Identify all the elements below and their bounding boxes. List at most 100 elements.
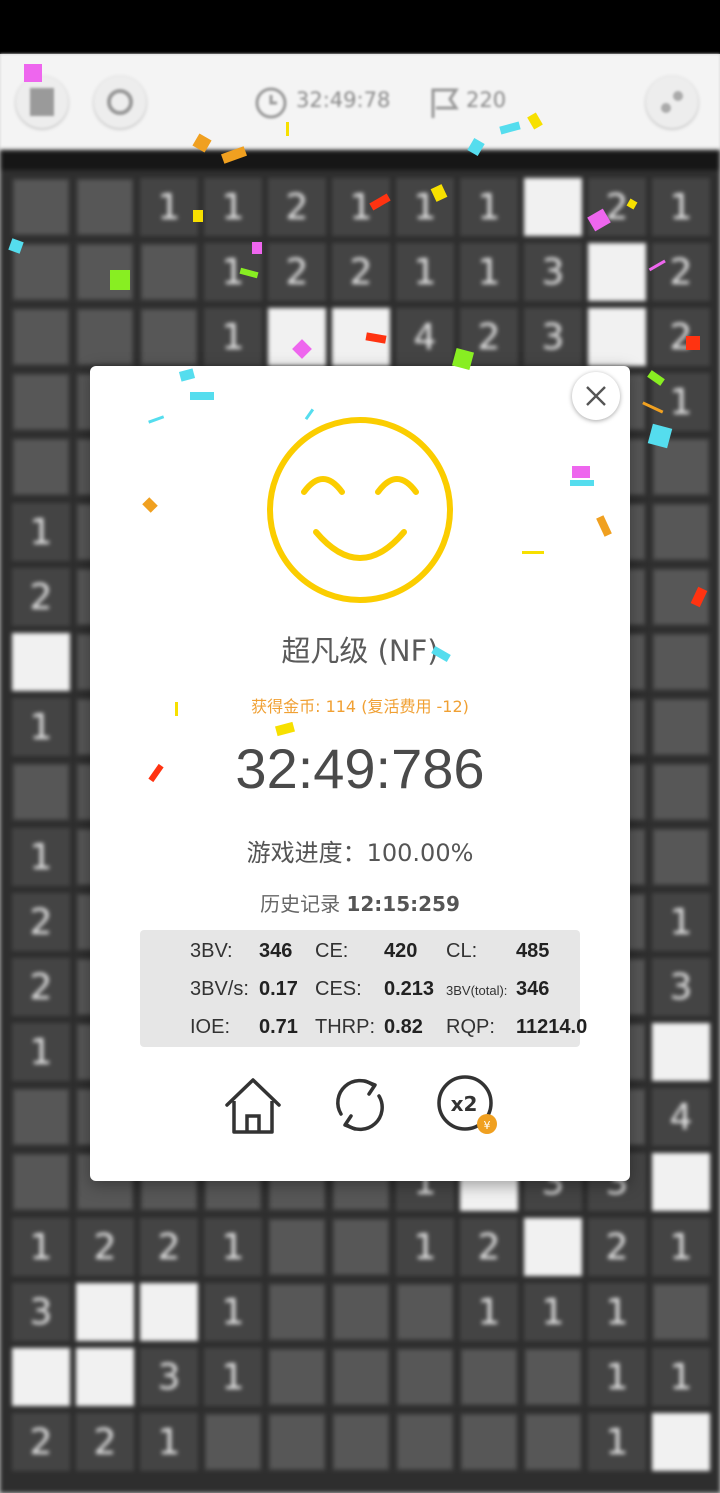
board-cell[interactable]: 1 (460, 1283, 518, 1341)
board-cell[interactable] (524, 1218, 582, 1276)
board-cell[interactable]: 1 (12, 828, 70, 886)
board-cell[interactable] (332, 308, 390, 366)
board-cell[interactable]: 3 (12, 1283, 70, 1341)
board-cell[interactable] (396, 1283, 454, 1341)
board-cell[interactable] (588, 308, 646, 366)
board-cell[interactable] (524, 1348, 582, 1406)
board-cell[interactable] (652, 503, 710, 561)
board-cell[interactable] (12, 1348, 70, 1406)
board-cell[interactable]: 1 (204, 1348, 262, 1406)
home-button[interactable] (222, 1074, 284, 1136)
board-cell[interactable] (332, 1413, 390, 1471)
board-cell[interactable]: 2 (268, 243, 326, 301)
board-cell[interactable] (652, 633, 710, 691)
board-cell[interactable] (332, 1348, 390, 1406)
board-cell[interactable]: 1 (652, 373, 710, 431)
board-cell[interactable] (268, 308, 326, 366)
board-cell[interactable]: 2 (12, 893, 70, 951)
board-cell[interactable]: 1 (12, 698, 70, 756)
board-cell[interactable] (332, 1218, 390, 1276)
board-cell[interactable]: 2 (332, 243, 390, 301)
board-cell[interactable]: 1 (140, 1413, 198, 1471)
board-cell[interactable]: 4 (652, 1088, 710, 1146)
board-cell[interactable]: 3 (652, 958, 710, 1016)
board-cell[interactable] (140, 243, 198, 301)
board-cell[interactable]: 1 (524, 1283, 582, 1341)
restart-button[interactable] (329, 1074, 391, 1136)
board-cell[interactable]: 1 (12, 1218, 70, 1276)
board-cell[interactable] (524, 1413, 582, 1471)
board-cell[interactable] (12, 1153, 70, 1211)
board-cell[interactable] (268, 1348, 326, 1406)
board-cell[interactable] (268, 1283, 326, 1341)
board-cell[interactable] (76, 243, 134, 301)
board-cell[interactable] (460, 1348, 518, 1406)
board-cell[interactable]: 1 (12, 503, 70, 561)
board-cell[interactable] (652, 1413, 710, 1471)
close-button[interactable] (572, 372, 620, 420)
board-cell[interactable]: 1 (588, 1283, 646, 1341)
board-cell[interactable]: 1 (396, 178, 454, 236)
board-cell[interactable] (76, 178, 134, 236)
board-cell[interactable]: 2 (12, 958, 70, 1016)
board-cell[interactable]: 1 (460, 243, 518, 301)
board-cell[interactable] (12, 308, 70, 366)
board-cell[interactable] (12, 1088, 70, 1146)
board-cell[interactable] (652, 438, 710, 496)
board-cell[interactable]: 1 (396, 243, 454, 301)
board-cell[interactable] (12, 243, 70, 301)
board-cell[interactable]: 2 (12, 568, 70, 626)
board-cell[interactable] (140, 308, 198, 366)
board-cell[interactable]: 2 (652, 308, 710, 366)
board-cell[interactable] (524, 178, 582, 236)
board-cell[interactable]: 2 (588, 1218, 646, 1276)
board-cell[interactable]: 2 (12, 1413, 70, 1471)
board-cell[interactable]: 1 (204, 1283, 262, 1341)
board-cell[interactable] (76, 1348, 134, 1406)
double-reward-button[interactable]: x2 ¥ (436, 1074, 498, 1136)
board-cell[interactable]: 1 (12, 1023, 70, 1081)
grid-icon[interactable] (16, 76, 68, 128)
board-cell[interactable] (652, 568, 710, 626)
board-cell[interactable]: 1 (204, 243, 262, 301)
board-cell[interactable]: 1 (588, 1413, 646, 1471)
refresh-icon[interactable] (94, 76, 146, 128)
board-cell[interactable]: 1 (460, 178, 518, 236)
board-cell[interactable] (588, 243, 646, 301)
board-cell[interactable]: 1 (396, 1218, 454, 1276)
board-cell[interactable]: 1 (332, 178, 390, 236)
board-cell[interactable]: 1 (652, 178, 710, 236)
board-cell[interactable] (204, 1413, 262, 1471)
settings-icon[interactable] (646, 76, 698, 128)
board-cell[interactable]: 1 (652, 1348, 710, 1406)
board-cell[interactable] (268, 1218, 326, 1276)
board-cell[interactable] (652, 828, 710, 886)
board-cell[interactable]: 3 (140, 1348, 198, 1406)
board-cell[interactable] (12, 438, 70, 496)
board-cell[interactable]: 2 (460, 1218, 518, 1276)
board-cell[interactable] (460, 1413, 518, 1471)
board-cell[interactable]: 2 (140, 1218, 198, 1276)
board-cell[interactable] (396, 1413, 454, 1471)
board-cell[interactable]: 1 (204, 308, 262, 366)
board-cell[interactable]: 2 (76, 1413, 134, 1471)
board-cell[interactable] (652, 1023, 710, 1081)
board-cell[interactable]: 3 (524, 308, 582, 366)
board-cell[interactable] (268, 1413, 326, 1471)
board-cell[interactable] (12, 178, 70, 236)
board-cell[interactable]: 2 (588, 178, 646, 236)
board-cell[interactable]: 2 (652, 243, 710, 301)
board-cell[interactable] (76, 1283, 134, 1341)
board-cell[interactable] (652, 1153, 710, 1211)
board-cell[interactable]: 3 (524, 243, 582, 301)
board-cell[interactable]: 2 (268, 178, 326, 236)
board-cell[interactable] (12, 633, 70, 691)
board-cell[interactable]: 1 (652, 893, 710, 951)
board-cell[interactable] (12, 763, 70, 821)
board-cell[interactable]: 1 (588, 1348, 646, 1406)
board-cell[interactable] (652, 1283, 710, 1341)
board-cell[interactable]: 1 (652, 1218, 710, 1276)
board-cell[interactable]: 1 (204, 1218, 262, 1276)
board-cell[interactable] (652, 698, 710, 756)
board-cell[interactable]: 4 (396, 308, 454, 366)
